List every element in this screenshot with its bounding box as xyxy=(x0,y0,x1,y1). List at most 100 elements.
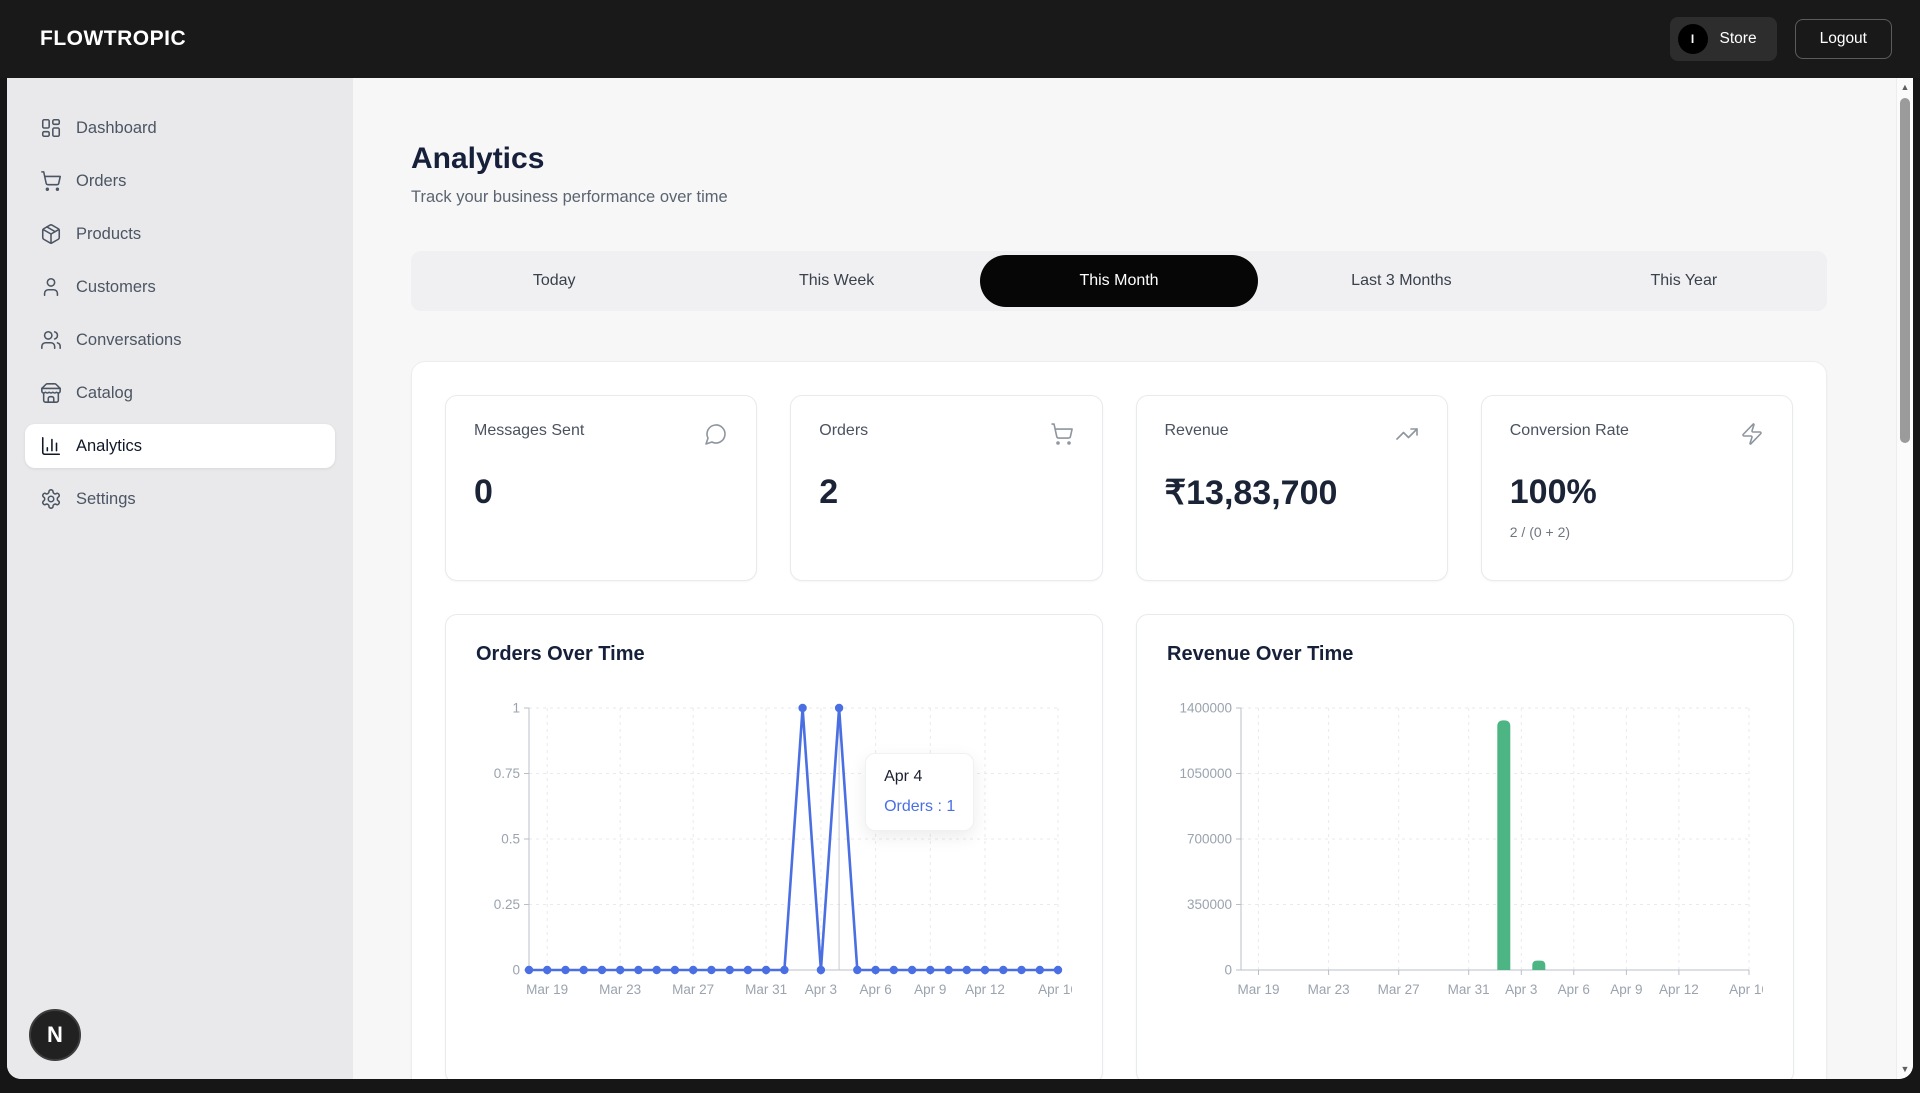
svg-text:Apr 6: Apr 6 xyxy=(859,982,891,997)
users-icon xyxy=(40,329,62,351)
sidebar: Dashboard Orders Products Customers Conv… xyxy=(7,78,353,1079)
svg-text:0.75: 0.75 xyxy=(494,766,520,781)
sidebar-item-dashboard[interactable]: Dashboard xyxy=(25,106,335,150)
charts-row: Orders Over Time 0 0.25 0.5 0.75 1 Mar 19 Mar … xyxy=(445,614,1793,1079)
tooltip-value: Orders : 1 xyxy=(884,798,955,816)
orders-over-time-card: Orders Over Time 0 0.25 0.5 0.75 1 Mar 19 Mar … xyxy=(445,614,1103,1079)
logout-button[interactable]: Logout xyxy=(1795,19,1892,59)
svg-text:Mar 23: Mar 23 xyxy=(1308,982,1350,997)
svg-text:700000: 700000 xyxy=(1187,832,1232,847)
stats-row: Messages Sent 0 Orders 2 Revenue xyxy=(445,395,1793,581)
stat-label: Messages Sent xyxy=(474,422,584,440)
svg-text:1050000: 1050000 xyxy=(1179,766,1232,781)
sidebar-item-label: Analytics xyxy=(76,437,142,456)
trending-up-icon xyxy=(1395,422,1419,451)
sidebar-item-label: Settings xyxy=(76,490,136,509)
svg-text:Apr 9: Apr 9 xyxy=(914,982,946,997)
stat-label: Revenue xyxy=(1165,422,1229,440)
page-subtitle: Track your business performance over tim… xyxy=(411,188,1896,207)
svg-text:0.5: 0.5 xyxy=(501,832,520,847)
revenue-bar-chart[interactable]: 0 350000 700000 1050000 1400000 Mar 19 Mar 23 M… xyxy=(1167,692,1763,1004)
header-actions: I Store Logout xyxy=(1670,17,1892,61)
chart-title: Orders Over Time xyxy=(476,643,1072,666)
stat-card-revenue: Revenue ₹13,83,700 xyxy=(1136,395,1448,581)
stat-value: 0 xyxy=(474,473,728,512)
app-header: FLOWTROPIC I Store Logout xyxy=(0,0,1920,78)
revenue-chart[interactable]: 0 350000 700000 1050000 1400000 Mar 19 Mar 23 M… xyxy=(1167,692,1763,1004)
svg-text:Mar 27: Mar 27 xyxy=(1378,982,1420,997)
svg-text:0: 0 xyxy=(512,963,520,978)
svg-text:Apr 16: Apr 16 xyxy=(1038,982,1072,997)
dashboard-icon xyxy=(40,117,62,139)
tab-this-week[interactable]: This Week xyxy=(697,255,975,307)
svg-text:Apr 3: Apr 3 xyxy=(805,982,837,997)
bar-chart-icon xyxy=(40,435,62,457)
svg-text:Apr 12: Apr 12 xyxy=(1659,982,1699,997)
svg-text:Apr 12: Apr 12 xyxy=(965,982,1005,997)
tab-last-3-months[interactable]: Last 3 Months xyxy=(1262,255,1540,307)
stat-label: Orders xyxy=(819,422,868,440)
chart-tooltip: Apr 4 Orders : 1 xyxy=(865,753,974,831)
tab-today[interactable]: Today xyxy=(415,255,693,307)
package-icon xyxy=(40,223,62,245)
svg-text:Apr 9: Apr 9 xyxy=(1610,982,1642,997)
storefront-icon xyxy=(40,382,62,404)
page-title: Analytics xyxy=(411,142,1896,176)
svg-text:1400000: 1400000 xyxy=(1179,701,1232,716)
user-avatar[interactable]: N xyxy=(29,1009,81,1061)
stat-card-orders: Orders 2 xyxy=(790,395,1102,581)
svg-text:Mar 31: Mar 31 xyxy=(1448,982,1490,997)
sidebar-item-label: Catalog xyxy=(76,384,133,403)
stat-card-conversion-rate: Conversion Rate 100% 2 / (0 + 2) xyxy=(1481,395,1793,581)
svg-text:Mar 19: Mar 19 xyxy=(1237,982,1279,997)
chat-bubble-icon xyxy=(704,422,728,451)
sidebar-item-conversations[interactable]: Conversations xyxy=(25,318,335,362)
store-button[interactable]: I Store xyxy=(1670,17,1777,61)
svg-text:350000: 350000 xyxy=(1187,897,1232,912)
sidebar-item-customers[interactable]: Customers xyxy=(25,265,335,309)
app-logo: FLOWTROPIC xyxy=(40,27,186,51)
cart-icon xyxy=(40,170,62,192)
stat-value: ₹13,83,700 xyxy=(1165,473,1419,513)
svg-text:0: 0 xyxy=(1224,963,1232,978)
sidebar-item-products[interactable]: Products xyxy=(25,212,335,256)
store-avatar: I xyxy=(1678,24,1708,54)
sidebar-item-orders[interactable]: Orders xyxy=(25,159,335,203)
sidebar-item-label: Orders xyxy=(76,172,126,191)
scroll-down-arrow[interactable]: ▼ xyxy=(1897,1061,1913,1077)
sidebar-item-analytics[interactable]: Analytics xyxy=(25,424,335,468)
sidebar-item-settings[interactable]: Settings xyxy=(25,477,335,521)
tab-this-year[interactable]: This Year xyxy=(1545,255,1823,307)
stat-value: 2 xyxy=(819,473,1073,512)
svg-text:Apr 6: Apr 6 xyxy=(1558,982,1590,997)
app-window: Dashboard Orders Products Customers Conv… xyxy=(7,78,1913,1079)
stat-label: Conversion Rate xyxy=(1510,422,1629,440)
svg-text:Mar 19: Mar 19 xyxy=(526,982,568,997)
scroll-up-arrow[interactable]: ▲ xyxy=(1897,79,1913,95)
zap-icon xyxy=(1740,422,1764,451)
svg-text:Apr 3: Apr 3 xyxy=(1505,982,1537,997)
svg-text:Mar 31: Mar 31 xyxy=(745,982,787,997)
svg-text:Mar 27: Mar 27 xyxy=(672,982,714,997)
stat-caption: 2 / (0 + 2) xyxy=(1510,524,1764,540)
orders-chart[interactable]: 00.250.50.751Mar 19Mar 23Mar 27Mar 31Apr… xyxy=(476,692,1072,1004)
gear-icon xyxy=(40,488,62,510)
store-button-label: Store xyxy=(1720,30,1757,48)
svg-text:1: 1 xyxy=(512,701,520,716)
sidebar-item-label: Dashboard xyxy=(76,119,157,138)
scrollbar: ▲ ▼ xyxy=(1896,78,1913,1079)
stat-card-messages-sent: Messages Sent 0 xyxy=(445,395,757,581)
orders-line-chart[interactable]: 00.250.50.751Mar 19Mar 23Mar 27Mar 31Apr… xyxy=(476,692,1072,1004)
svg-text:Apr 16: Apr 16 xyxy=(1729,982,1763,997)
tab-this-month[interactable]: This Month xyxy=(980,255,1258,307)
chart-title: Revenue Over Time xyxy=(1167,643,1763,666)
analytics-panel: Messages Sent 0 Orders 2 Revenue xyxy=(411,361,1827,1079)
main-content: Analytics Track your business performanc… xyxy=(353,78,1896,1079)
cart-icon xyxy=(1050,422,1074,451)
sidebar-item-label: Products xyxy=(76,225,141,244)
period-tabs: Today This Week This Month Last 3 Months… xyxy=(411,251,1827,311)
sidebar-item-catalog[interactable]: Catalog xyxy=(25,371,335,415)
user-icon xyxy=(40,276,62,298)
scroll-thumb[interactable] xyxy=(1900,98,1910,443)
svg-text:0.25: 0.25 xyxy=(494,897,520,912)
